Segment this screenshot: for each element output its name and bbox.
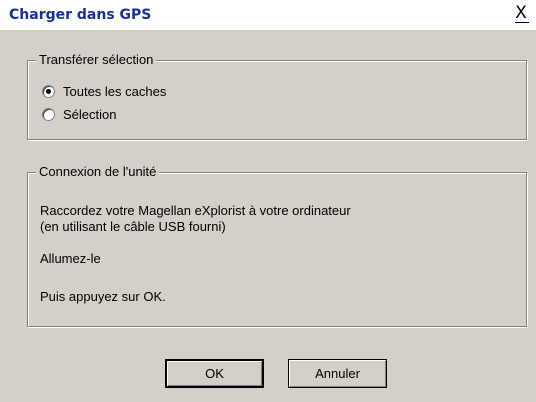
ok-button[interactable]: OK bbox=[165, 359, 264, 388]
unit-connection-legend: Connexion de l'unité bbox=[36, 164, 160, 179]
dialog-title: Charger dans GPS bbox=[9, 7, 152, 23]
instruction-connect: Raccordez votre Magellan eXplorist à vot… bbox=[40, 203, 351, 218]
dialog-window: Charger dans GPS X Transférer sélection … bbox=[0, 0, 536, 402]
radio-all-caches[interactable]: Toutes les caches bbox=[42, 82, 166, 100]
radio-dot-icon bbox=[46, 88, 51, 94]
radio-button[interactable] bbox=[42, 107, 55, 121]
radio-label-selection[interactable]: Sélection bbox=[63, 107, 116, 122]
transfer-selection-group: Transférer sélection Toutes les caches S… bbox=[27, 52, 527, 140]
close-icon: X bbox=[515, 3, 527, 23]
radio-label-all-caches[interactable]: Toutes les caches bbox=[63, 84, 166, 99]
radio-selection[interactable]: Sélection bbox=[42, 105, 116, 123]
instruction-power-on: Allumez-le bbox=[40, 251, 101, 266]
close-button[interactable]: X bbox=[511, 3, 531, 23]
transfer-selection-legend: Transférer sélection bbox=[36, 52, 157, 67]
close-icon-underline bbox=[515, 22, 529, 23]
radio-button-selected[interactable] bbox=[42, 84, 55, 98]
cancel-button[interactable]: Annuler bbox=[288, 359, 387, 388]
title-bar: Charger dans GPS X bbox=[0, 0, 536, 30]
unit-connection-group: Connexion de l'unité Raccordez votre Mag… bbox=[27, 164, 527, 327]
instruction-usb-cable: (en utilisant le câble USB fourni) bbox=[40, 219, 226, 234]
instruction-press-ok: Puis appuyez sur OK. bbox=[40, 289, 166, 304]
